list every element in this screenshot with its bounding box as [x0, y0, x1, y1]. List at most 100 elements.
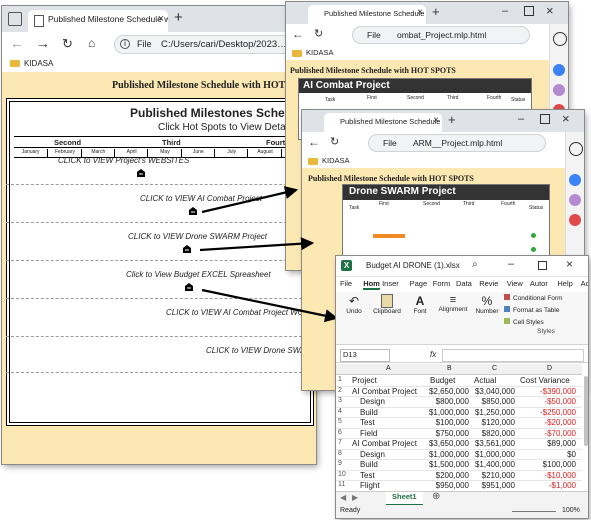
cell-project[interactable]: Build: [360, 460, 378, 469]
hotspot-link[interactable]: CLICK to VIEW AI Combat Project: [140, 194, 262, 203]
ribbon-tab[interactable]: Autor: [530, 279, 548, 288]
cell-actual[interactable]: $1,250,000: [472, 408, 515, 417]
number-group[interactable]: % Number: [474, 294, 500, 315]
row-number[interactable]: 8: [338, 450, 342, 457]
row-number[interactable]: 2: [338, 387, 342, 394]
cell-budget[interactable]: $800,000: [428, 397, 469, 406]
ribbon-tab[interactable]: Form: [433, 279, 451, 288]
new-tab-icon[interactable]: +: [448, 112, 456, 127]
cell-project[interactable]: AI Combat Project: [352, 439, 417, 448]
maximize-icon[interactable]: [524, 6, 534, 16]
vertical-scrollbar[interactable]: [584, 376, 588, 446]
table-row[interactable]: 11 Flight $950,000 $951,000 -$1,000: [336, 480, 582, 492]
formula-input[interactable]: [442, 349, 584, 362]
column-header[interactable]: C: [492, 365, 497, 372]
url-field[interactable]: File ARM__Project.mlp.html: [368, 134, 546, 152]
url-field[interactable]: File ombat_Project.mlp.html: [352, 26, 530, 44]
cell-actual[interactable]: $1,000,000: [472, 450, 515, 459]
undo-group[interactable]: ↶ Undo: [342, 294, 366, 315]
back-icon[interactable]: ←: [292, 27, 304, 41]
close-window-icon[interactable]: ×: [566, 257, 573, 271]
cell-budget[interactable]: $3,650,000: [428, 439, 469, 448]
hand-pointer-icon[interactable]: [136, 168, 146, 178]
row-number[interactable]: 10: [338, 471, 346, 478]
sheet-tab-sheet1[interactable]: Sheet1: [386, 492, 423, 506]
sheet-nav-right-icon[interactable]: ▶: [352, 493, 358, 502]
minimize-icon[interactable]: –: [502, 5, 508, 17]
cell-budget[interactable]: $1,000,000: [428, 408, 469, 417]
search-icon[interactable]: [553, 32, 567, 46]
cell-budget[interactable]: $1,500,000: [428, 460, 469, 469]
close-tab-icon[interactable]: ×: [158, 13, 164, 25]
zoom-slider[interactable]: [512, 511, 556, 512]
ribbon-tab[interactable]: Page: [410, 279, 428, 288]
bookmark-kidasa[interactable]: KIDASA: [292, 48, 334, 57]
cell-actual[interactable]: $820,000: [472, 429, 515, 438]
cell-budget[interactable]: Budget: [430, 376, 455, 385]
cell-variance[interactable]: -$20,000: [518, 418, 576, 427]
conditional-format-button[interactable]: Conditional Form: [504, 294, 588, 302]
column-header[interactable]: B: [447, 365, 452, 372]
column-header[interactable]: D: [547, 365, 552, 372]
refresh-icon[interactable]: ↻: [314, 27, 323, 40]
bookmark-kidasa[interactable]: KIDASA: [10, 59, 53, 68]
cell-variance[interactable]: $0: [518, 450, 576, 459]
cell-variance[interactable]: $89,000: [518, 439, 576, 448]
cell-actual[interactable]: $210,000: [472, 471, 515, 480]
cell-variance[interactable]: $100,000: [518, 460, 576, 469]
cell-actual[interactable]: $3,040,000: [472, 387, 515, 396]
cell-budget[interactable]: $2,650,000: [428, 387, 469, 396]
browser-tab[interactable]: Published Milestone Schedule w ×: [308, 5, 426, 24]
cell-project[interactable]: Design: [360, 397, 385, 406]
row-number[interactable]: 6: [338, 429, 342, 436]
copilot-icon[interactable]: [553, 64, 565, 76]
cell-actual[interactable]: Actual: [474, 376, 496, 385]
ribbon-tab[interactable]: Data: [456, 279, 472, 288]
format-table-button[interactable]: Format as Table: [504, 306, 588, 314]
games-icon[interactable]: [569, 214, 581, 226]
sheet-nav-left-icon[interactable]: ◀: [340, 493, 346, 502]
sheet-grid[interactable]: A B C D 1 Project Budget Actual Cost Variance 2 AI…: [336, 364, 588, 492]
back-icon[interactable]: ←: [308, 135, 320, 149]
cell-budget[interactable]: $950,000: [428, 481, 469, 490]
cell-project[interactable]: Field: [360, 429, 377, 438]
row-number[interactable]: 11: [338, 481, 345, 488]
ribbon-tab[interactable]: View: [507, 279, 523, 288]
close-tab-icon[interactable]: ×: [417, 7, 423, 18]
maximize-icon[interactable]: [540, 114, 550, 124]
cell-variance[interactable]: -$50,000: [518, 397, 576, 406]
search-icon[interactable]: ⌕: [472, 259, 478, 270]
close-tab-icon[interactable]: ×: [433, 115, 439, 126]
cell-variance[interactable]: -$250,000: [518, 408, 576, 417]
new-tab-icon[interactable]: +: [174, 9, 183, 26]
cell-budget[interactable]: $1,000,000: [428, 450, 469, 459]
hand-pointer-icon[interactable]: [182, 244, 192, 254]
row-number[interactable]: 5: [338, 418, 342, 425]
font-group[interactable]: A Font: [410, 294, 430, 315]
cell-styles-button[interactable]: Cell Styles: [504, 318, 588, 326]
cell-project[interactable]: Project: [352, 376, 377, 385]
cell-actual[interactable]: $850,000: [472, 397, 515, 406]
cell-actual[interactable]: $3,561,000: [472, 439, 515, 448]
home-icon[interactable]: ⌂: [88, 36, 95, 50]
forward-icon[interactable]: →: [36, 35, 50, 51]
back-icon[interactable]: ←: [10, 35, 24, 51]
cell-project[interactable]: AI Combat Project: [352, 387, 417, 396]
ribbon-tab[interactable]: Acrol: [581, 279, 588, 288]
row-number[interactable]: 1: [338, 376, 342, 383]
sidebar-toggle-icon[interactable]: [8, 12, 22, 26]
cell-budget[interactable]: $100,000: [428, 418, 469, 427]
cell-variance[interactable]: -$390,000: [518, 387, 576, 396]
hotspot-link[interactable]: CLICK to VIEW Project's WEBSITES: [58, 156, 189, 165]
cell-budget[interactable]: $750,000: [428, 429, 469, 438]
hotspot-link[interactable]: CLICK to VIEW Drone SWARM Project: [128, 232, 267, 241]
name-box[interactable]: D13: [340, 349, 390, 362]
hotspot-link[interactable]: CLICK to VIEW Drone SWARM: [206, 346, 316, 355]
hand-pointer-icon[interactable]: [184, 282, 194, 292]
cell-project[interactable]: Design: [360, 450, 385, 459]
cell-actual[interactable]: $120,000: [472, 418, 515, 427]
new-tab-icon[interactable]: +: [432, 4, 440, 19]
cell-project[interactable]: Flight: [360, 481, 380, 490]
bookmark-kidasa[interactable]: KIDASA: [308, 156, 350, 165]
cell-variance[interactable]: Cost Variance: [520, 376, 570, 385]
